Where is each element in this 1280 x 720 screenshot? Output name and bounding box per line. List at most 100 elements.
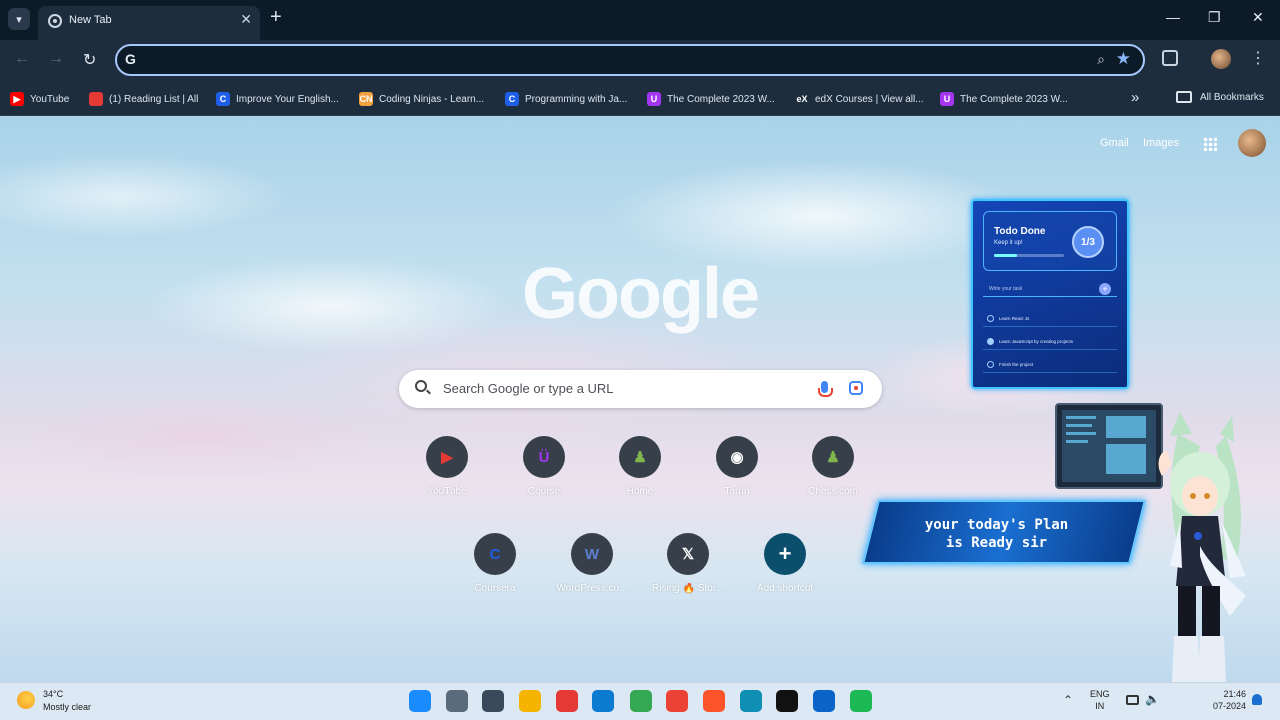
task-view-icon[interactable] — [482, 690, 504, 712]
bookmark-item[interactable]: C Programming with Ja... — [505, 91, 627, 107]
gmail-link[interactable]: Gmail — [1100, 137, 1129, 149]
shortcut-label: YouTube — [427, 486, 467, 497]
clock[interactable]: 21:46 07-2024 — [1206, 688, 1246, 712]
chrome-icon — [48, 14, 62, 28]
shortcut-tile[interactable]: Ü Course — [499, 436, 589, 497]
shortcut-label: Course — [527, 486, 561, 497]
bookmark-item[interactable]: U The Complete 2023 W... — [647, 91, 775, 107]
shortcut-tile[interactable]: W WordPress.co... — [547, 533, 637, 594]
file-explorer-icon[interactable] — [519, 690, 541, 712]
shortcut-tile[interactable]: ♟ Chess.com — [788, 436, 878, 497]
bookmarks-bar: ▶ YouTube (1) Reading List | All C Improve Y… — [0, 82, 1280, 116]
new-tab-button[interactable]: + — [270, 6, 282, 29]
clock-date: 07-2024 — [1212, 701, 1246, 711]
bookmark-label: Improve Your English... — [236, 93, 339, 105]
bookmark-star-icon[interactable]: ★ — [1116, 49, 1131, 69]
todo-header: Todo Done Keep it up! 1/3 — [983, 211, 1117, 271]
account-avatar[interactable] — [1238, 129, 1266, 157]
shortcut-tile[interactable]: 𝕏 Rising 🔥 Stor... — [643, 533, 733, 594]
menu-kebab-icon[interactable]: ⋮ — [1250, 48, 1266, 68]
search-icon[interactable] — [446, 690, 468, 712]
restore-button[interactable]: ❐ — [1208, 9, 1221, 26]
shortcut-label: Add shortcut — [756, 583, 814, 594]
todo-add-button[interactable]: + — [1099, 283, 1111, 295]
search-icon — [415, 380, 427, 392]
tab-new-tab[interactable]: New Tab ✕ — [38, 6, 260, 40]
shortcut-tile[interactable]: ♟ Home — [595, 436, 685, 497]
todo-checkbox[interactable] — [987, 338, 994, 345]
profile-avatar[interactable] — [1211, 49, 1231, 69]
shortcut-tile[interactable]: ◉ Tarun — [692, 436, 782, 497]
network-icon[interactable] — [1126, 695, 1139, 705]
weather-temperature[interactable]: 34°C — [43, 689, 63, 699]
google-logo: Google — [522, 254, 760, 334]
notification-bell-icon[interactable] — [1252, 694, 1262, 705]
todo-count-badge: 1/3 — [1072, 226, 1104, 258]
windows-start-icon[interactable] — [409, 690, 431, 712]
ntp-search-box[interactable]: Search Google or type a URL — [399, 370, 882, 408]
all-bookmarks-button[interactable]: All Bookmarks — [1176, 91, 1264, 103]
anime-character-illustration — [1055, 403, 1246, 682]
chevron-up-icon[interactable]: ⌃ — [1063, 693, 1073, 707]
google-lens-icon[interactable] — [849, 381, 863, 395]
zoom-icon[interactable]: ⌕ — [1097, 51, 1105, 68]
minimize-button[interactable]: — — [1166, 9, 1180, 25]
chrome-icon[interactable] — [630, 690, 652, 712]
images-link[interactable]: Images — [1143, 137, 1179, 149]
bookmark-item[interactable]: CN Coding Ninjas - Learn... — [359, 91, 484, 107]
todo-checkbox[interactable] — [987, 361, 994, 368]
shortcut-label: Rising 🔥 Stor... — [652, 583, 724, 594]
todo-checkbox[interactable] — [987, 315, 994, 322]
language-region: IN — [1095, 701, 1105, 711]
bookmark-label: Coding Ninjas - Learn... — [379, 93, 485, 105]
bookmark-label: YouTube — [30, 93, 70, 105]
close-window-button[interactable]: ✕ — [1252, 9, 1264, 26]
capcut-icon[interactable] — [776, 690, 798, 712]
language-indicator[interactable]: ENG IN — [1090, 688, 1110, 712]
youtube-icon: ▶ — [426, 436, 468, 478]
brave-icon[interactable] — [703, 690, 725, 712]
bookmark-item[interactable]: eX edX Courses | View all... — [795, 91, 924, 107]
forward-button[interactable]: → — [48, 50, 64, 68]
chess-pawn-icon: ♟ — [812, 436, 854, 478]
coursera-icon: C — [474, 533, 516, 575]
apps-grid-icon[interactable] — [1203, 137, 1217, 151]
tab-close-icon[interactable]: ✕ — [240, 11, 252, 28]
bookmark-label: The Complete 2023 W... — [667, 93, 775, 105]
bookmarks-overflow-icon[interactable]: » — [1131, 89, 1139, 106]
shortcut-tile[interactable]: ▶ YouTube — [402, 436, 492, 497]
chrome-icon[interactable] — [666, 690, 688, 712]
tab-search-button[interactable]: ▾ — [8, 8, 30, 30]
bookmark-item[interactable]: ▶ YouTube — [10, 91, 69, 107]
shortcut-tile[interactable]: C Coursera — [450, 533, 540, 594]
shortcut-label: Coursera — [474, 583, 516, 594]
vscode-icon[interactable] — [592, 690, 614, 712]
omnibox[interactable]: G ⌕ ★ — [115, 44, 1145, 76]
bookmark-label: Programming with Ja... — [525, 93, 628, 105]
all-bookmarks-label: All Bookmarks — [1200, 91, 1264, 103]
outlook-icon[interactable] — [813, 690, 835, 712]
back-button[interactable]: ← — [14, 50, 30, 68]
udemy-icon: U — [647, 92, 661, 106]
bookmark-item[interactable]: U The Complete 2023 W... — [940, 91, 1068, 107]
todo-progress-bar — [994, 254, 1064, 257]
extensions-puzzle-icon[interactable] — [1162, 50, 1178, 66]
edge-icon[interactable] — [740, 690, 762, 712]
bookmark-item[interactable]: C Improve Your English... — [216, 91, 339, 107]
weather-description[interactable]: Mostly clear — [43, 702, 91, 712]
todo-input[interactable]: Write your task — [983, 281, 1117, 297]
anydesk-icon[interactable] — [556, 690, 578, 712]
weather-moon-icon[interactable] — [17, 691, 35, 709]
udemy-icon: Ü — [523, 436, 565, 478]
bookmark-item[interactable]: (1) Reading List | All — [89, 91, 198, 107]
reload-button[interactable]: ↻ — [83, 50, 96, 70]
shortcut-tile[interactable]: + Add shortcut — [740, 533, 830, 594]
coursera-icon: C — [216, 92, 230, 106]
shortcut-label: Home — [626, 486, 654, 497]
x-icon: 𝕏 — [667, 533, 709, 575]
plus-icon: + — [764, 533, 806, 575]
microphone-icon[interactable] — [818, 381, 833, 397]
spotify-icon[interactable] — [850, 690, 872, 712]
search-placeholder: Search Google or type a URL — [443, 381, 614, 396]
volume-icon[interactable]: 🔈 — [1145, 692, 1160, 706]
